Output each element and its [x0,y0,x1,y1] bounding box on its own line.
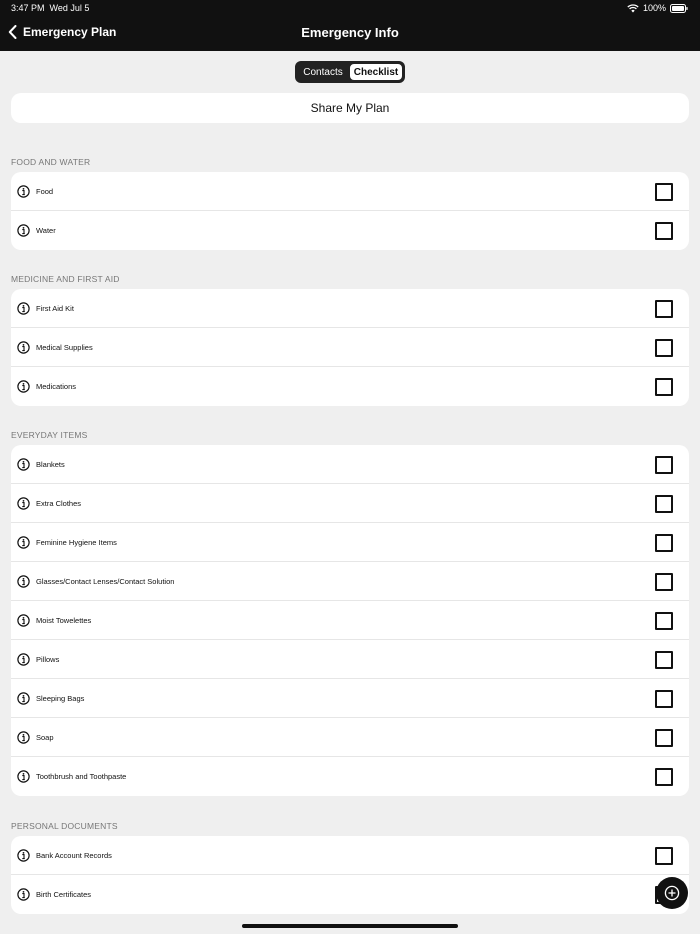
section-title: FOOD AND WATER [11,157,91,167]
checklist-item-label: First Aid Kit [36,303,74,313]
checklist-checkbox[interactable] [655,183,673,201]
back-button[interactable]: Emergency Plan [8,25,116,39]
checklist-checkbox[interactable] [655,495,673,513]
battery-icon [670,3,688,13]
info-icon[interactable] [17,849,30,862]
section-title: PERSONAL DOCUMENTS [11,821,118,831]
checklist-checkbox[interactable] [655,300,673,318]
checklist-card: Bank Account Records Birth Certificates [11,836,689,914]
checklist-card: First Aid Kit Medical Supplies Medications [11,289,689,406]
checklist-checkbox[interactable] [655,690,673,708]
info-icon[interactable] [17,380,30,393]
home-indicator [242,924,458,928]
checklist-checkbox[interactable] [655,573,673,591]
checklist-row[interactable]: Toothbrush and Toothpaste [11,757,689,796]
info-icon[interactable] [17,497,30,510]
info-icon[interactable] [17,888,30,901]
info-icon[interactable] [17,770,30,783]
tab-checklist[interactable]: Checklist [349,63,403,81]
checklist-item-label: Blankets [36,459,65,469]
info-icon[interactable] [17,731,30,744]
checklist-item-label: Bank Account Records [36,850,112,860]
checklist-item-label: Medical Supplies [36,342,93,352]
chevron-left-icon [8,25,17,39]
checklist-row[interactable]: Feminine Hygiene Items [11,523,689,562]
battery-percent: 100% [642,3,666,13]
checklist-item-label: Glasses/Contact Lenses/Contact Solution [36,576,175,586]
checklist-row[interactable]: Sleeping Bags [11,679,689,718]
checklist-row[interactable]: First Aid Kit [11,289,689,328]
back-button-label: Emergency Plan [23,25,117,39]
checklist-row[interactable]: Water [11,211,689,250]
checklist-card: Blankets Extra Clothes Feminine Hygiene It… [11,445,689,796]
add-button[interactable] [656,877,688,909]
navigation-bar: 3:47 PM Wed Jul 5 100% Emergency Plan Em… [0,0,700,51]
info-icon[interactable] [17,224,30,237]
segmented-control: Contacts Checklist [295,61,405,83]
tab-contacts[interactable]: Contacts [297,63,349,81]
checklist-item-label: Birth Certificates [36,890,92,899]
checklist-item-label: Moist Towelettes [36,615,92,625]
checklist-item-label: Water [36,226,56,235]
info-icon[interactable] [17,614,30,627]
checklist-row[interactable]: Blankets [11,445,689,484]
checklist-card: Food Water [11,172,689,250]
share-plan-button[interactable]: Share My Plan [11,93,689,123]
info-icon[interactable] [17,692,30,705]
checklist-item-label: Extra Clothes [36,498,82,508]
checklist-row[interactable]: Medications [11,367,689,406]
info-icon[interactable] [17,575,30,588]
checklist-row[interactable]: Food [11,172,689,211]
checklist-checkbox[interactable] [655,612,673,630]
checklist-checkbox[interactable] [655,534,673,552]
checklist-row[interactable]: Birth Certificates [11,875,689,914]
checklist-checkbox[interactable] [655,222,673,240]
checklist-checkbox[interactable] [655,651,673,669]
checklist-item-label: Food [36,186,54,196]
checklist-item-label: Sleeping Bags [36,693,85,703]
section-title: EVERYDAY ITEMS [11,430,88,440]
checklist-checkbox[interactable] [655,847,673,865]
checklist-row[interactable]: Moist Towelettes [11,601,689,640]
info-icon[interactable] [17,458,30,471]
checklist-item-label: Toothbrush and Toothpaste [36,772,127,781]
wifi-icon [627,3,639,13]
checklist-checkbox[interactable] [655,339,673,357]
checklist-item-label: Pillows [36,654,60,664]
checklist-row[interactable]: Pillows [11,640,689,679]
checklist-checkbox[interactable] [655,768,673,786]
status-indicators: 100% [627,3,688,13]
status-time: 3:47 PM Wed Jul 5 [11,3,90,13]
section-title: MEDICINE AND FIRST AID [11,274,120,284]
checklist-checkbox[interactable] [655,729,673,747]
info-icon[interactable] [17,185,30,198]
plus-circle-icon [664,885,680,901]
checklist-item-label: Feminine Hygiene Items [36,537,117,547]
info-icon[interactable] [17,536,30,549]
info-icon[interactable] [17,341,30,354]
checklist-item-label: Soap [36,732,54,742]
checklist-row[interactable]: Glasses/Contact Lenses/Contact Solution [11,562,689,601]
checklist-row[interactable]: Soap [11,718,689,757]
checklist-item-label: Medications [36,382,77,391]
checklist-row[interactable]: Bank Account Records [11,836,689,875]
checklist-checkbox[interactable] [655,378,673,396]
checklist-row[interactable]: Extra Clothes [11,484,689,523]
checklist-checkbox[interactable] [655,456,673,474]
info-icon[interactable] [17,653,30,666]
info-icon[interactable] [17,302,30,315]
checklist-row[interactable]: Medical Supplies [11,328,689,367]
